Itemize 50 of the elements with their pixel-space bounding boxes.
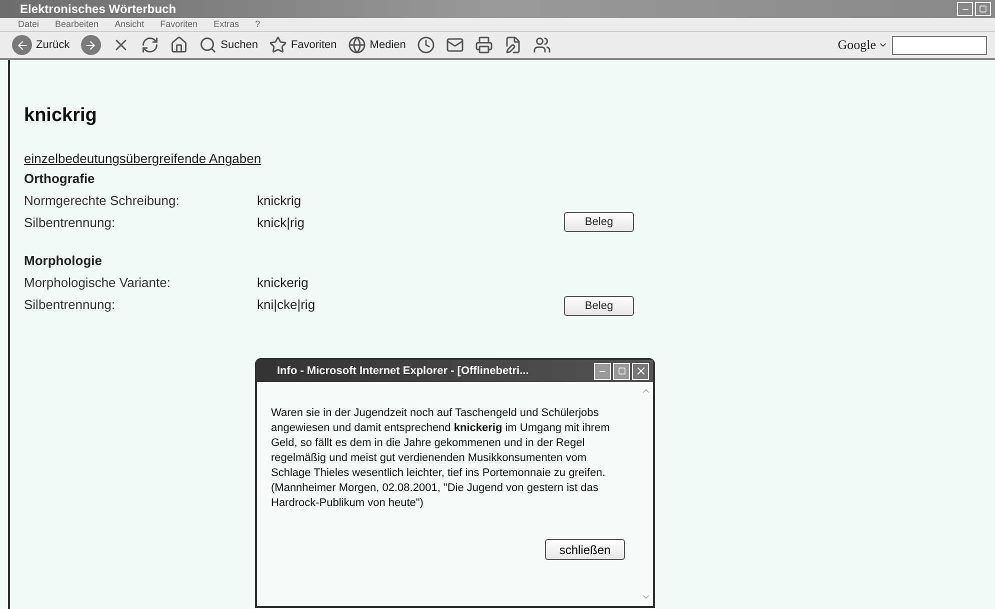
field-value: knickrig xyxy=(257,192,302,210)
section-link[interactable]: einzelbedeutungsübergreifende Angaben xyxy=(24,150,262,168)
toolbar-button[interactable]: Favoriten xyxy=(264,33,341,57)
printer-icon xyxy=(474,36,493,54)
star-icon xyxy=(268,36,287,54)
field-value: knickerig xyxy=(257,274,308,292)
close-dialog-button[interactable]: schließen xyxy=(545,539,625,560)
beleg-button[interactable]: Beleg xyxy=(564,296,634,316)
minimize-button[interactable] xyxy=(594,362,611,380)
menu-item[interactable]: Datei xyxy=(18,18,40,32)
toolbar-button[interactable]: Medien xyxy=(344,33,410,57)
menu-item[interactable]: ? xyxy=(255,18,260,32)
close-button[interactable] xyxy=(632,362,649,380)
search-field[interactable] xyxy=(892,36,987,54)
globe-icon xyxy=(348,36,366,54)
home-icon xyxy=(170,36,188,54)
maximize-icon xyxy=(979,5,987,13)
dialog-title: Info - Microsoft Internet Explorer - [Offlinebetri... xyxy=(277,364,529,379)
window-title: Elektronisches Wörterbuch xyxy=(20,1,176,18)
citation-text: Waren sie in der Jugendzeit noch auf Taschengeld und Schülerjobs angewiesen und damit entsprechend knickerig im Umgang mit ihrem Geld, so fällt es dem in die Jahre gekommenen und in der Regel regelmäßig und meist gut verdienenden Musikkonsumenten vom Schlage Thieles wesentlich leichter, tief ins Portemonnaie zu greifen. (Mannheimer Morgen, 02.08.2001, "Die Jugend von gestern ist das Hardrock-Publikum von heute") xyxy=(271,406,611,511)
people-icon xyxy=(532,36,551,54)
toolbar-button[interactable]: Zurück xyxy=(8,33,74,57)
mail-icon xyxy=(446,36,464,54)
google-button[interactable]: Google xyxy=(838,35,888,55)
menu-item[interactable]: Favoriten xyxy=(160,18,198,32)
section-heading: Orthografie xyxy=(24,170,96,188)
menu-item[interactable]: Bearbeiten xyxy=(55,18,99,32)
field-value: kni|cke|rig xyxy=(257,296,316,314)
beleg-button[interactable]: Beleg xyxy=(564,212,634,232)
refresh-icon xyxy=(140,36,159,54)
maximize-button[interactable] xyxy=(975,2,991,16)
forward-icon xyxy=(80,35,101,55)
close-icon xyxy=(634,365,646,377)
back-icon xyxy=(12,35,32,55)
menu-item[interactable]: Ansicht xyxy=(114,18,144,32)
menu-item[interactable]: Extras xyxy=(214,18,240,32)
search-icon xyxy=(198,36,217,54)
minimize-button[interactable] xyxy=(957,2,973,16)
field-label: Morphologische Variante: xyxy=(24,274,172,292)
maximize-icon xyxy=(618,367,626,375)
toolbar-button[interactable]: Suchen xyxy=(194,33,262,57)
maximize-button[interactable] xyxy=(613,362,630,380)
headword: knickrig xyxy=(24,104,98,128)
field-label: Normgerechte Schreibung: xyxy=(24,192,180,210)
field-label: Silbentrennung: xyxy=(24,214,116,232)
section-heading: Morphologie xyxy=(24,252,103,270)
clock-icon xyxy=(416,36,435,54)
field-label: Silbentrennung: xyxy=(24,296,116,314)
edit-icon xyxy=(504,36,522,54)
field-value: knick|rig xyxy=(257,214,304,232)
